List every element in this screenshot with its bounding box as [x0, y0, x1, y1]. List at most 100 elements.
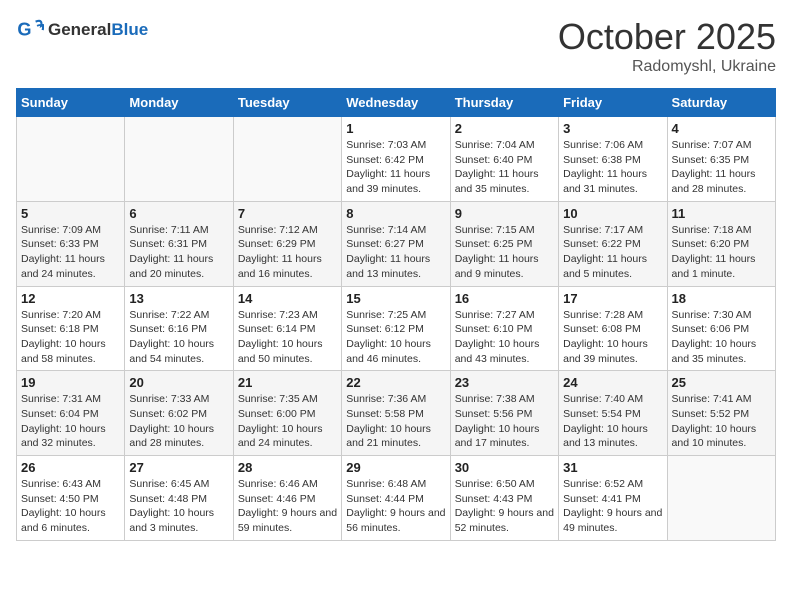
day-cell: 14 Sunrise: 7:23 AM Sunset: 6:14 PM Dayli…: [233, 286, 341, 371]
day-number: 1: [346, 121, 445, 136]
day-number: 30: [455, 460, 554, 475]
weekday-saturday: Saturday: [667, 89, 775, 117]
day-number: 9: [455, 206, 554, 221]
day-number: 31: [563, 460, 662, 475]
day-number: 25: [672, 375, 771, 390]
day-number: 28: [238, 460, 337, 475]
day-cell: 3 Sunrise: 7:06 AM Sunset: 6:38 PM Daylig…: [559, 117, 667, 202]
day-number: 16: [455, 291, 554, 306]
day-info: Sunrise: 7:12 AM Sunset: 6:29 PM Dayligh…: [238, 223, 337, 282]
day-number: 15: [346, 291, 445, 306]
day-info: Sunrise: 7:41 AM Sunset: 5:52 PM Dayligh…: [672, 392, 771, 451]
day-cell: 17 Sunrise: 7:28 AM Sunset: 6:08 PM Dayli…: [559, 286, 667, 371]
day-number: 8: [346, 206, 445, 221]
day-info: Sunrise: 7:22 AM Sunset: 6:16 PM Dayligh…: [129, 308, 228, 367]
day-cell: 15 Sunrise: 7:25 AM Sunset: 6:12 PM Dayli…: [342, 286, 450, 371]
day-info: Sunrise: 7:38 AM Sunset: 5:56 PM Dayligh…: [455, 392, 554, 451]
day-cell: 21 Sunrise: 7:35 AM Sunset: 6:00 PM Dayli…: [233, 371, 341, 456]
day-info: Sunrise: 7:06 AM Sunset: 6:38 PM Dayligh…: [563, 138, 662, 197]
day-number: 20: [129, 375, 228, 390]
day-number: 26: [21, 460, 120, 475]
day-cell: [667, 456, 775, 541]
day-info: Sunrise: 7:03 AM Sunset: 6:42 PM Dayligh…: [346, 138, 445, 197]
day-info: Sunrise: 7:23 AM Sunset: 6:14 PM Dayligh…: [238, 308, 337, 367]
calendar-table: SundayMondayTuesdayWednesdayThursdayFrid…: [16, 88, 776, 541]
logo-general: General: [48, 20, 111, 39]
day-info: Sunrise: 7:28 AM Sunset: 6:08 PM Dayligh…: [563, 308, 662, 367]
day-number: 21: [238, 375, 337, 390]
day-info: Sunrise: 7:11 AM Sunset: 6:31 PM Dayligh…: [129, 223, 228, 282]
title-block: October 2025 Radomyshl, Ukraine: [558, 16, 776, 76]
week-row-5: 26 Sunrise: 6:43 AM Sunset: 4:50 PM Dayli…: [17, 456, 776, 541]
day-number: 22: [346, 375, 445, 390]
day-info: Sunrise: 7:07 AM Sunset: 6:35 PM Dayligh…: [672, 138, 771, 197]
week-row-4: 19 Sunrise: 7:31 AM Sunset: 6:04 PM Dayli…: [17, 371, 776, 456]
weekday-tuesday: Tuesday: [233, 89, 341, 117]
day-info: Sunrise: 6:50 AM Sunset: 4:43 PM Dayligh…: [455, 477, 554, 536]
day-cell: [17, 117, 125, 202]
day-cell: 6Sunrise: 7:11 AM Sunset: 6:31 PM Daylig…: [125, 201, 233, 286]
day-info: Sunrise: 7:18 AM Sunset: 6:20 PM Dayligh…: [672, 223, 771, 282]
month-title: October 2025: [558, 16, 776, 58]
day-cell: 25 Sunrise: 7:41 AM Sunset: 5:52 PM Dayli…: [667, 371, 775, 456]
day-cell: 22 Sunrise: 7:36 AM Sunset: 5:58 PM Dayli…: [342, 371, 450, 456]
day-number: 13: [129, 291, 228, 306]
weekday-monday: Monday: [125, 89, 233, 117]
location-title: Radomyshl, Ukraine: [558, 58, 776, 76]
day-number: 5: [21, 206, 120, 221]
day-number: 3: [563, 121, 662, 136]
logo-blue: Blue: [111, 20, 148, 39]
day-info: Sunrise: 6:52 AM Sunset: 4:41 PM Dayligh…: [563, 477, 662, 536]
day-cell: 2Sunrise: 7:04 AM Sunset: 6:40 PM Daylig…: [450, 117, 558, 202]
day-info: Sunrise: 7:31 AM Sunset: 6:04 PM Dayligh…: [21, 392, 120, 451]
week-row-2: 5 Sunrise: 7:09 AM Sunset: 6:33 PM Daylig…: [17, 201, 776, 286]
day-info: Sunrise: 7:04 AM Sunset: 6:40 PM Dayligh…: [455, 138, 554, 197]
day-cell: 26 Sunrise: 6:43 AM Sunset: 4:50 PM Dayli…: [17, 456, 125, 541]
weekday-friday: Friday: [559, 89, 667, 117]
weekday-thursday: Thursday: [450, 89, 558, 117]
svg-text:G: G: [17, 20, 31, 40]
day-cell: [125, 117, 233, 202]
day-cell: 4 Sunrise: 7:07 AM Sunset: 6:35 PM Daylig…: [667, 117, 775, 202]
day-info: Sunrise: 7:36 AM Sunset: 5:58 PM Dayligh…: [346, 392, 445, 451]
calendar-body: 1 Sunrise: 7:03 AM Sunset: 6:42 PM Daylig…: [17, 117, 776, 541]
day-number: 11: [672, 206, 771, 221]
day-info: Sunrise: 7:35 AM Sunset: 6:00 PM Dayligh…: [238, 392, 337, 451]
day-cell: 27Sunrise: 6:45 AM Sunset: 4:48 PM Dayli…: [125, 456, 233, 541]
day-number: 27: [129, 460, 228, 475]
day-info: Sunrise: 6:43 AM Sunset: 4:50 PM Dayligh…: [21, 477, 120, 536]
day-info: Sunrise: 7:09 AM Sunset: 6:33 PM Dayligh…: [21, 223, 120, 282]
day-cell: [233, 117, 341, 202]
day-number: 23: [455, 375, 554, 390]
day-info: Sunrise: 7:25 AM Sunset: 6:12 PM Dayligh…: [346, 308, 445, 367]
weekday-wednesday: Wednesday: [342, 89, 450, 117]
page-header: G GeneralBlue October 2025 Radomyshl, Uk…: [16, 16, 776, 76]
day-cell: 12 Sunrise: 7:20 AM Sunset: 6:18 PM Dayli…: [17, 286, 125, 371]
day-number: 29: [346, 460, 445, 475]
day-info: Sunrise: 7:30 AM Sunset: 6:06 PM Dayligh…: [672, 308, 771, 367]
day-cell: 29Sunrise: 6:48 AM Sunset: 4:44 PM Dayli…: [342, 456, 450, 541]
day-info: Sunrise: 7:20 AM Sunset: 6:18 PM Dayligh…: [21, 308, 120, 367]
day-number: 12: [21, 291, 120, 306]
day-cell: 24 Sunrise: 7:40 AM Sunset: 5:54 PM Dayli…: [559, 371, 667, 456]
day-cell: 16Sunrise: 7:27 AM Sunset: 6:10 PM Dayli…: [450, 286, 558, 371]
day-cell: 10Sunrise: 7:17 AM Sunset: 6:22 PM Dayli…: [559, 201, 667, 286]
day-info: Sunrise: 7:40 AM Sunset: 5:54 PM Dayligh…: [563, 392, 662, 451]
day-number: 24: [563, 375, 662, 390]
day-number: 14: [238, 291, 337, 306]
logo: G GeneralBlue: [16, 16, 148, 44]
day-cell: 9Sunrise: 7:15 AM Sunset: 6:25 PM Daylig…: [450, 201, 558, 286]
weekday-header-row: SundayMondayTuesdayWednesdayThursdayFrid…: [17, 89, 776, 117]
day-cell: 19 Sunrise: 7:31 AM Sunset: 6:04 PM Dayli…: [17, 371, 125, 456]
day-info: Sunrise: 7:14 AM Sunset: 6:27 PM Dayligh…: [346, 223, 445, 282]
week-row-3: 12 Sunrise: 7:20 AM Sunset: 6:18 PM Dayli…: [17, 286, 776, 371]
day-number: 19: [21, 375, 120, 390]
day-number: 10: [563, 206, 662, 221]
day-cell: 23 Sunrise: 7:38 AM Sunset: 5:56 PM Dayli…: [450, 371, 558, 456]
day-number: 4: [672, 121, 771, 136]
day-cell: 7Sunrise: 7:12 AM Sunset: 6:29 PM Daylig…: [233, 201, 341, 286]
day-cell: 20Sunrise: 7:33 AM Sunset: 6:02 PM Dayli…: [125, 371, 233, 456]
day-cell: 18Sunrise: 7:30 AM Sunset: 6:06 PM Dayli…: [667, 286, 775, 371]
day-info: Sunrise: 6:46 AM Sunset: 4:46 PM Dayligh…: [238, 477, 337, 536]
day-number: 17: [563, 291, 662, 306]
